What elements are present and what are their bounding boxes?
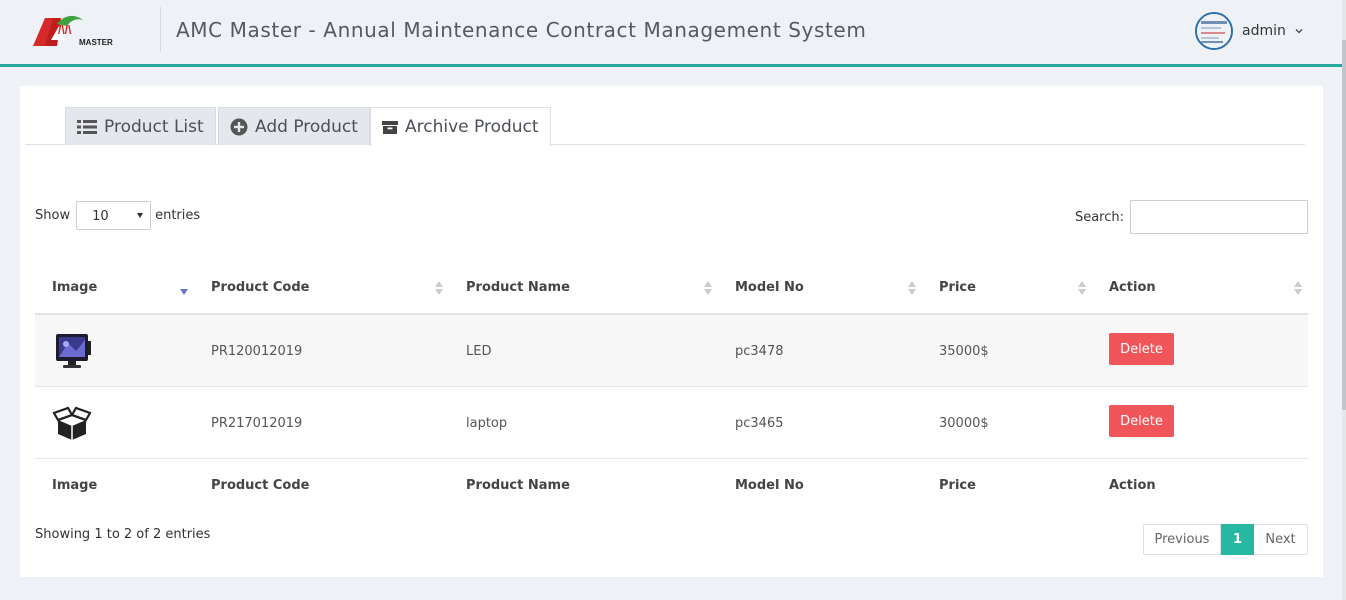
archive-icon [382,120,398,134]
user-menu[interactable]: admin [1195,12,1304,50]
cell-product-name: laptop [466,416,508,431]
cell-model-no: pc3465 [735,416,784,431]
header-divider [160,7,161,52]
entries-select-value: 10 [92,209,109,224]
delete-button[interactable]: Delete [1109,405,1174,437]
footer-header-action: Action [1109,478,1156,493]
column-header-product-name[interactable]: Product Name [466,280,570,295]
sort-both-icon[interactable] [908,280,916,296]
tab-add-product[interactable]: Add Product [218,107,370,145]
sort-both-icon[interactable] [704,280,712,296]
cell-product-code: PR120012019 [211,344,303,359]
user-name[interactable]: admin [1242,23,1286,39]
pagination: Previous 1 Next [1143,524,1308,555]
column-header-action[interactable]: Action [1109,280,1156,295]
table-row: PR120012019 LED pc3478 35000$ Delete [35,315,1308,387]
entries-length-control: Show 10 entries [35,201,200,230]
entries-select[interactable]: 10 [76,201,152,230]
footer-header-model-no: Model No [735,478,804,493]
table-info: Showing 1 to 2 of 2 entries [35,527,211,542]
sort-desc-icon[interactable] [180,280,188,296]
chevron-down-icon[interactable] [1294,26,1304,36]
cell-product-name: LED [466,344,492,359]
search-control: Search: [1075,200,1308,234]
column-header-model-no[interactable]: Model No [735,280,804,295]
column-header-image[interactable]: Image [52,280,97,295]
cell-model-no: pc3478 [735,344,784,359]
top-header: /\/\ MASTER AMC Master - Annual Maintena… [0,0,1342,67]
sort-both-icon[interactable] [1078,280,1086,296]
next-page-button[interactable]: Next [1254,524,1308,555]
column-header-product-code[interactable]: Product Code [211,280,309,295]
show-label: Show [35,208,71,223]
sort-both-icon[interactable] [435,280,443,296]
sort-both-icon[interactable] [1294,280,1302,296]
svg-text:/\/\: /\/\ [58,23,72,37]
app-title: AMC Master - Annual Maintenance Contract… [176,18,867,42]
delete-button[interactable]: Delete [1109,333,1174,365]
list-icon [77,119,97,134]
svg-text:MASTER: MASTER [79,38,113,47]
user-avatar[interactable] [1195,12,1233,50]
page-button-current[interactable]: 1 [1221,524,1254,555]
plus-circle-icon [230,118,248,135]
select-arrow-icon [137,213,144,218]
product-table: Image Product Code Product Name Model No… [35,261,1308,513]
footer-header-product-code: Product Code [211,478,310,493]
table-footer: Image Product Code Product Name Model No… [35,459,1308,513]
footer-header-product-name: Product Name [466,478,570,493]
scrollbar-thumb[interactable] [1342,40,1346,410]
cell-product-code: PR217012019 [211,416,303,431]
column-header-price[interactable]: Price [939,280,976,295]
monitor-icon [56,334,91,368]
tab-product-list[interactable]: Product List [65,107,216,145]
tab-archive-product[interactable]: Archive Product [370,107,551,146]
previous-page-button[interactable]: Previous [1143,524,1221,555]
footer-header-price: Price [939,478,976,493]
app-logo[interactable]: /\/\ MASTER [31,12,121,52]
open-box-icon [52,406,92,440]
tab-label: Archive Product [405,117,539,137]
search-input[interactable] [1130,200,1308,234]
cell-price: 35000$ [939,344,989,359]
page-scrollbar[interactable] [1342,0,1346,600]
table-row: PR217012019 laptop pc3465 30000$ Delete [35,387,1308,459]
tab-label: Add Product [255,116,358,137]
footer-header-image: Image [52,478,98,493]
content-panel: Product List Add Product Archive Product… [20,86,1323,577]
search-label: Search: [1074,209,1124,225]
entries-label: entries [155,208,201,223]
cell-price: 30000$ [939,416,989,431]
tab-label: Product List [104,116,204,137]
product-tabs: Product List Add Product Archive Product [25,107,1305,146]
table-header: Image Product Code Product Name Model No… [35,261,1308,315]
